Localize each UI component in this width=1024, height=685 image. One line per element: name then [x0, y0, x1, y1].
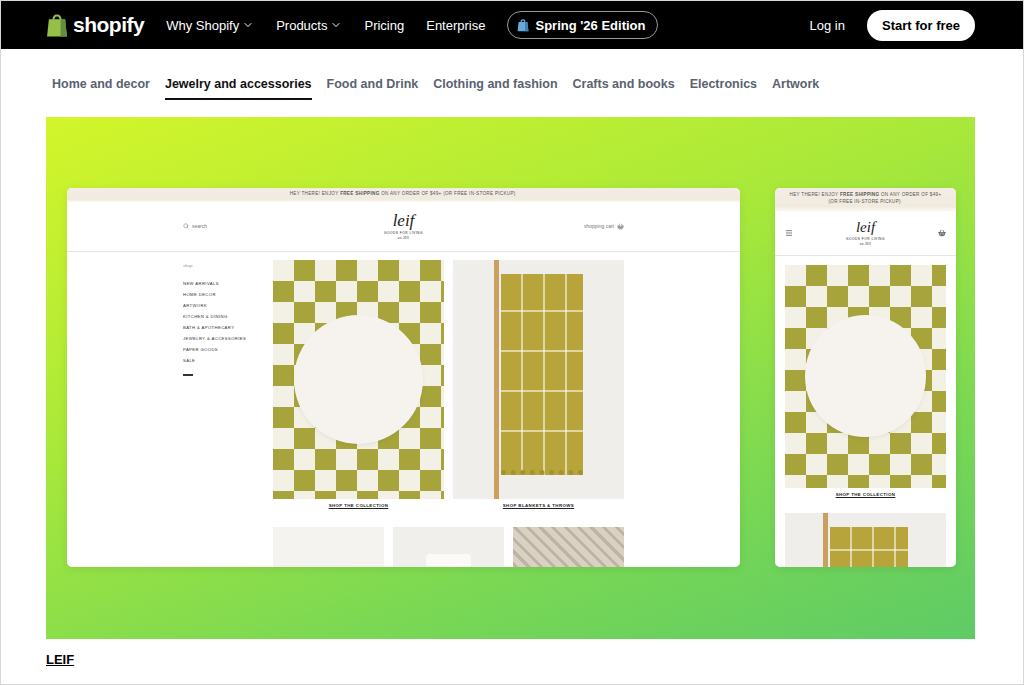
store-name-link[interactable]: LEIF	[46, 652, 1023, 667]
category-tab[interactable]: Artwork	[772, 69, 819, 100]
menu-item[interactable]: KITCHEN & DINING	[183, 311, 273, 322]
shopify-logo[interactable]: shopify	[46, 12, 144, 37]
top-nav: shopify Why Shopify Products Pricing Enterpr…	[1, 1, 1023, 49]
nav-menu: Why Shopify Products Pricing Enterprise	[166, 18, 485, 33]
collection-tile[interactable]: SHOP THE COLLECTION	[785, 265, 946, 497]
collection-tile[interactable]	[513, 527, 624, 567]
category-tab[interactable]: Electronics	[690, 69, 757, 100]
category-tab[interactable]: Home and decor	[52, 69, 150, 100]
basket-icon	[617, 223, 624, 230]
tile-caption[interactable]: SHOP BLANKETS & THROWS	[503, 503, 574, 508]
logo-established: est. 2011	[398, 236, 409, 240]
announcement-text: FREE SHIPPING	[840, 192, 879, 197]
chevron-down-icon	[242, 19, 254, 31]
search-icon	[183, 223, 189, 229]
scalloped-plate	[808, 318, 924, 434]
menu-item[interactable]: HOME DECOR	[183, 289, 273, 300]
shopify-bag-icon	[46, 12, 68, 37]
ladder-rail	[823, 513, 828, 567]
showcase-panel: HEY THERE! ENJOYFREE SHIPPINGON ANY ORDE…	[46, 117, 975, 639]
menu-item[interactable]: BATH & APOTHECARY	[183, 322, 273, 333]
category-tab[interactable]: Food and Drink	[327, 69, 419, 100]
menu-item[interactable]: PAPER GOODS	[183, 344, 273, 355]
logo-text: leif	[856, 220, 875, 235]
announcement-bar: HEY THERE! ENJOYFREE SHIPPINGON ANY ORDE…	[775, 188, 956, 211]
logo-tagline: GOODS FOR LIVING	[384, 231, 423, 235]
category-tab[interactable]: Crafts and books	[573, 69, 675, 100]
pattern-image	[513, 527, 624, 567]
collection-tile[interactable]	[273, 527, 384, 567]
cup-image	[393, 527, 504, 567]
menu-title: shop	[183, 263, 273, 268]
site-header: search leif GOODS FOR LIVINGest. 2011 shopp…	[67, 202, 740, 252]
throw-blanket	[830, 527, 907, 567]
checker-image	[273, 260, 444, 499]
announcement-text: HEY THERE! ENJOY	[790, 192, 839, 197]
throw-image	[785, 513, 946, 567]
login-link[interactable]: Log in	[810, 18, 845, 33]
tile-caption[interactable]: SHOP THE COLLECTION	[836, 492, 896, 497]
tile-column: SHOP THE COLLECTION SHOP BLANKETS & THROW…	[273, 260, 624, 567]
site-logo[interactable]: leif GOODS FOR LIVINGest. 2011	[384, 212, 423, 240]
tile-row	[273, 527, 624, 567]
shopping-cart[interactable]: shopping cart	[423, 223, 624, 230]
page: shopify Why Shopify Products Pricing Enterpr…	[0, 0, 1024, 685]
announcement-text: FREE SHIPPING	[340, 191, 379, 196]
announcement-text: ON ANY ORDER OF $49+ (OR FREE IN-STORE P…	[381, 191, 516, 196]
mobile-tiles: SHOP THE COLLECTION	[775, 256, 956, 567]
cup	[426, 554, 470, 567]
nav-item[interactable]: Products	[276, 18, 342, 33]
announcement-bar: HEY THERE! ENJOYFREE SHIPPINGON ANY ORDE…	[67, 188, 740, 202]
plain-image	[273, 527, 384, 567]
logo-text: leif	[393, 212, 415, 229]
tile-row: SHOP THE COLLECTION SHOP BLANKETS & THROW…	[273, 260, 624, 508]
edition-bag-icon	[517, 18, 529, 32]
throw-image	[453, 260, 624, 499]
nav-item[interactable]: Why Shopify	[166, 18, 254, 33]
tile-caption[interactable]: SHOP THE COLLECTION	[329, 503, 389, 508]
collection-tile[interactable]	[393, 527, 504, 567]
category-tab[interactable]: Jewelry and accessories	[165, 69, 312, 100]
ladder-rail	[494, 260, 499, 499]
site-body: shop NEW ARRIVALSHOME DECORARTWORKKITCHEN…	[183, 260, 624, 567]
nav-item[interactable]: Enterprise	[426, 18, 485, 33]
mobile-preview: HEY THERE! ENJOYFREE SHIPPINGON ANY ORDE…	[775, 188, 956, 567]
category-tab[interactable]: Clothing and fashion	[433, 69, 557, 100]
logo-established: est. 2011	[860, 242, 871, 246]
menu-icon[interactable]	[785, 229, 793, 237]
chevron-down-icon	[330, 19, 342, 31]
site-header: leif GOODS FOR LIVINGest. 2011	[775, 211, 956, 256]
menu-dash	[183, 374, 193, 376]
logo-tagline: GOODS FOR LIVING	[846, 237, 885, 241]
site-search[interactable]: search	[183, 223, 384, 229]
collection-tile[interactable]: SHOP THE COLLECTION	[273, 260, 444, 508]
checker-image	[785, 265, 946, 488]
collection-tile[interactable]	[785, 513, 946, 567]
desktop-preview: HEY THERE! ENJOYFREE SHIPPINGON ANY ORDE…	[67, 188, 740, 567]
menu-item[interactable]: ARTWORK	[183, 300, 273, 311]
throw-blanket	[501, 274, 583, 475]
start-button[interactable]: Start for free	[867, 10, 975, 41]
shop-menu: shop NEW ARRIVALSHOME DECORARTWORKKITCHEN…	[183, 260, 273, 567]
scalloped-plate	[297, 318, 420, 441]
menu-item[interactable]: SALE	[183, 355, 273, 366]
site-logo[interactable]: leif GOODS FOR LIVINGest. 2011	[846, 220, 885, 246]
category-tabs: Home and decor Jewelry and accessories Foo…	[1, 69, 1023, 100]
announcement-text: HEY THERE! ENJOY	[290, 191, 339, 196]
menu-item[interactable]: NEW ARRIVALS	[183, 278, 273, 289]
edition-pill[interactable]: Spring '26 Edition	[507, 11, 658, 39]
menu-item[interactable]: JEWELRY & ACCESSORIES	[183, 333, 273, 344]
nav-item[interactable]: Pricing	[364, 18, 404, 33]
basket-icon[interactable]	[938, 229, 946, 237]
collection-tile[interactable]: SHOP BLANKETS & THROWS	[453, 260, 624, 508]
